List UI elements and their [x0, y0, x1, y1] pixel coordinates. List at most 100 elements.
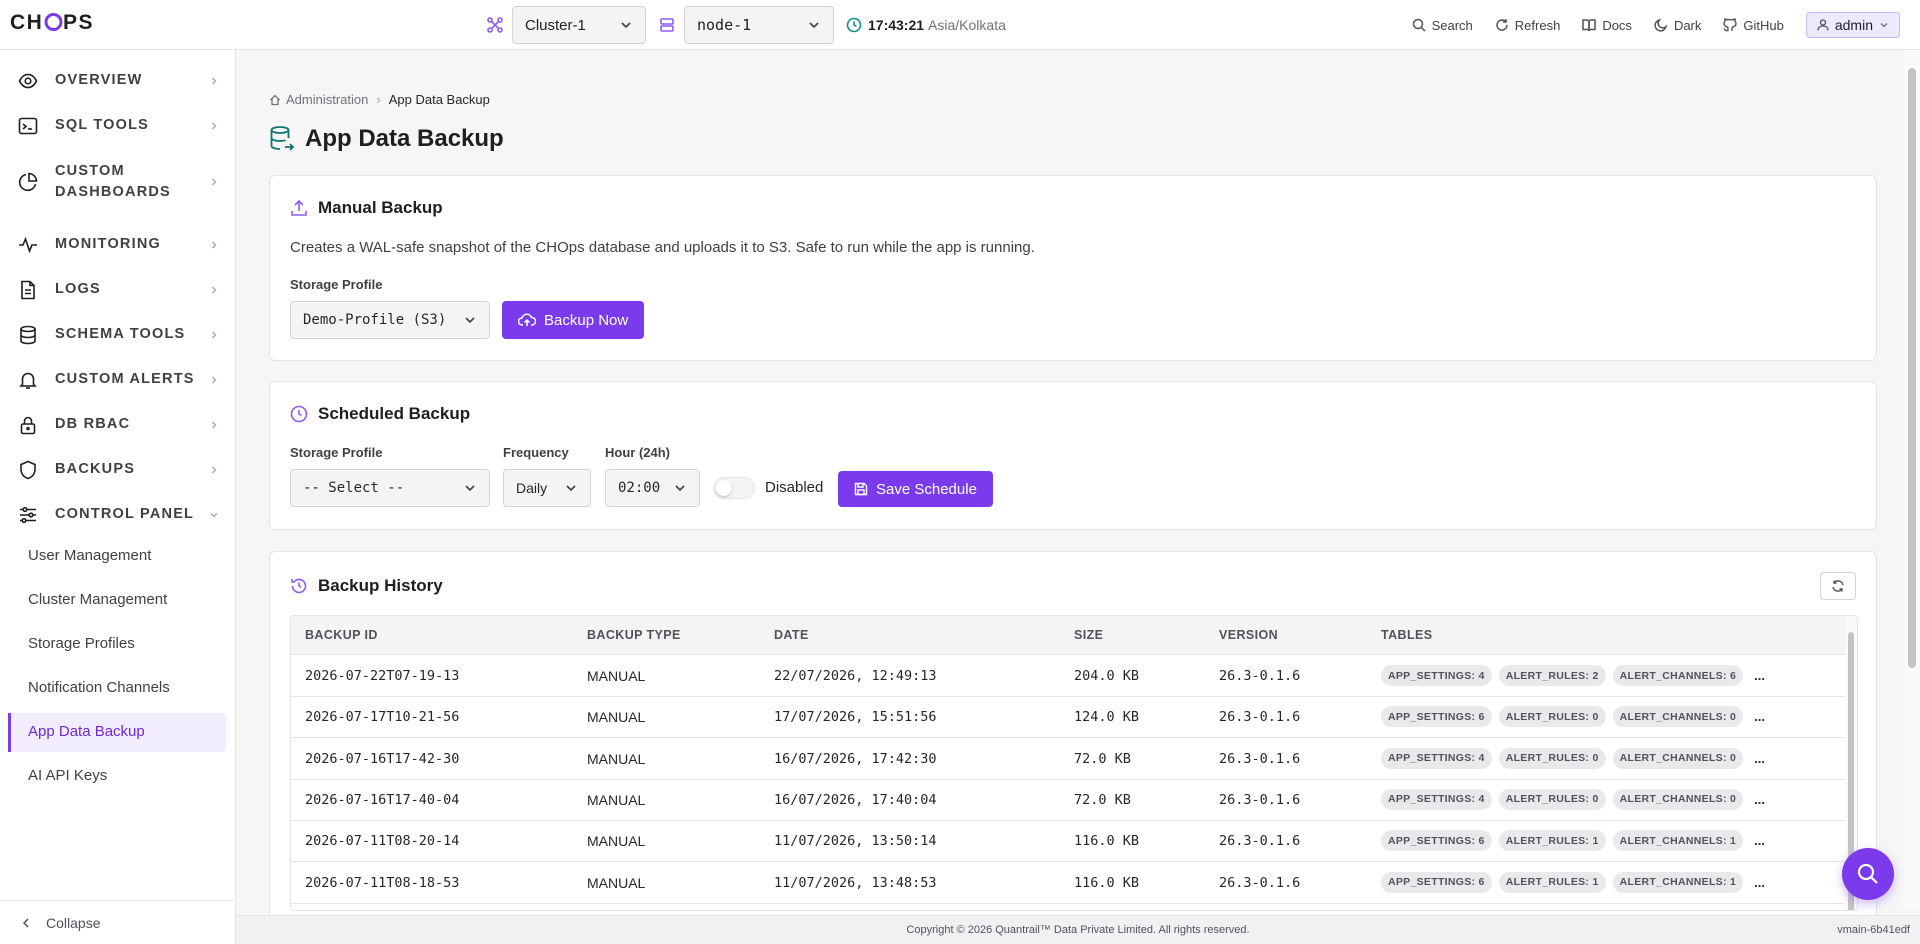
user-menu-button[interactable]: admin	[1805, 12, 1900, 38]
cell-backup-type: MANUAL	[587, 874, 646, 891]
manual-storage-select[interactable]: Demo-Profile (S3)	[290, 301, 490, 339]
sidebar-item-monitoring[interactable]: MONITORING	[0, 229, 236, 260]
database-backup-icon	[270, 126, 295, 151]
floating-search-button[interactable]	[1842, 848, 1894, 900]
hour-select[interactable]: 02:00	[605, 469, 700, 507]
toggle-state-label: Disabled	[765, 479, 824, 496]
breadcrumb-parent[interactable]: Administration	[286, 92, 368, 107]
page-scrollbar-thumb[interactable]	[1908, 68, 1916, 668]
sidebar-item-overview[interactable]: OVERVIEW	[0, 65, 236, 96]
pie-chart-icon	[16, 170, 40, 194]
svg-text:PS: PS	[63, 12, 94, 32]
cell-version: 26.3-0.1.6	[1219, 750, 1301, 767]
sub-item-cluster-management[interactable]: Cluster Management	[28, 591, 167, 608]
backup-history-table: BACKUP ID BACKUP TYPE DATE SIZE VERSION …	[290, 615, 1858, 911]
table-count-badge: APP_SETTINGS: 6	[1381, 706, 1492, 728]
sliders-icon	[16, 503, 40, 527]
sub-item-user-management[interactable]: User Management	[28, 547, 151, 564]
sidebar-item-control-panel[interactable]: CONTROL PANEL	[0, 499, 236, 530]
chevron-right-icon	[212, 376, 217, 383]
sidebar-item-db-rbac[interactable]: DB RBAC	[0, 409, 236, 440]
collapse-sidebar-button[interactable]: Collapse	[0, 900, 236, 944]
schedule-enabled-toggle[interactable]	[713, 477, 755, 499]
footer-copyright: Copyright © 2026 Quantrail™ Data Private…	[906, 924, 1250, 936]
column-date[interactable]: DATE	[774, 628, 809, 642]
github-link[interactable]: GitHub	[1723, 18, 1784, 33]
cell-backup-id: 2026-07-11T08-18-53	[305, 874, 460, 891]
frequency-select[interactable]: Daily	[503, 469, 591, 507]
hour-label: Hour (24h)	[605, 445, 670, 460]
more-tables-indicator[interactable]: ...	[1754, 751, 1765, 766]
sidebar-item-schema-tools[interactable]: SCHEMA TOOLS	[0, 319, 236, 350]
more-tables-indicator[interactable]: ...	[1754, 792, 1765, 807]
table-row[interactable]: 2026-07-22T07-19-13 MANUAL 22/07/2026, 12:…	[291, 656, 1847, 697]
theme-toggle[interactable]: Dark	[1654, 18, 1701, 33]
chops-logo[interactable]: CH PS	[10, 12, 110, 32]
table-row[interactable]: 2026-07-17T10-21-56 MANUAL 17/07/2026, 15:…	[291, 697, 1847, 739]
history-refresh-button[interactable]	[1820, 572, 1856, 600]
more-tables-indicator[interactable]: ...	[1754, 668, 1765, 683]
save-schedule-label: Save Schedule	[876, 480, 977, 498]
scheduled-storage-select[interactable]: -- Select --	[290, 469, 490, 507]
node-select[interactable]: node-1	[684, 6, 834, 44]
search-label: Search	[1431, 17, 1473, 33]
sidebar-item-logs[interactable]: LOGS	[0, 274, 236, 305]
table-row[interactable]: 2026-07-16T17-42-30 MANUAL 16/07/2026, 17:…	[291, 739, 1847, 780]
sidebar-item-label: CUSTOM ALERTS	[55, 371, 195, 387]
column-version[interactable]: VERSION	[1219, 628, 1278, 642]
breadcrumb-separator: ›	[376, 92, 381, 107]
column-size[interactable]: SIZE	[1074, 628, 1103, 642]
sidebar-item-label: LOGS	[55, 281, 101, 297]
clock-time: 17:43:21	[868, 17, 925, 33]
sidebar-item-sql-tools[interactable]: SQL TOOLS	[0, 110, 236, 141]
column-backup-id[interactable]: BACKUP ID	[305, 628, 378, 642]
table-count-badge: APP_SETTINGS: 6	[1381, 871, 1492, 893]
cell-backup-type: MANUAL	[587, 833, 646, 850]
table-row[interactable]: 2026-07-16T17-40-04 MANUAL 16/07/2026, 17:…	[291, 780, 1847, 821]
sub-item-storage-profiles[interactable]: Storage Profiles	[28, 635, 135, 652]
table-row[interactable]: 2026-07-11T08-20-14 MANUAL 11/07/2026, 13:…	[291, 821, 1847, 863]
table-row[interactable]: 2026-07-11T08-18-53 MANUAL 11/07/2026, 13:…	[291, 863, 1847, 904]
cluster-select[interactable]: Cluster-1	[512, 6, 646, 44]
chevron-right-icon	[212, 466, 217, 473]
refresh-icon	[1832, 580, 1844, 592]
sub-item-ai-api-keys[interactable]: AI API Keys	[28, 767, 107, 784]
sub-item-app-data-backup[interactable]: App Data Backup	[28, 723, 145, 740]
more-tables-indicator[interactable]: ...	[1754, 833, 1765, 848]
page-title-text: App Data Backup	[305, 125, 504, 152]
footer-version: vmain-6b41edf	[1837, 924, 1910, 936]
chevron-right-icon	[212, 77, 217, 84]
server-clock: 17:43:21 Asia/Kolkata	[846, 17, 1006, 33]
more-tables-indicator[interactable]: ...	[1754, 875, 1765, 890]
lock-icon	[16, 413, 40, 437]
backup-history-card: Backup History BACKUP ID BACKUP TYPE DAT…	[269, 551, 1877, 931]
frequency-value: Daily	[516, 480, 548, 496]
more-tables-indicator[interactable]: ...	[1754, 709, 1765, 724]
column-tables[interactable]: TABLES	[1381, 628, 1432, 642]
chevron-down-icon	[809, 22, 819, 29]
page-scrollbar[interactable]	[1904, 50, 1920, 910]
terminal-icon	[16, 114, 40, 138]
github-icon	[1723, 18, 1738, 32]
cell-date: 11/07/2026, 13:48:53	[774, 874, 937, 891]
breadcrumb: Administration › App Data Backup	[269, 92, 490, 107]
column-backup-type[interactable]: BACKUP TYPE	[587, 628, 681, 642]
sidebar: OVERVIEW SQL TOOLS CUSTOM DASHBOARDS MON…	[0, 50, 236, 944]
backup-now-button[interactable]: Backup Now	[502, 301, 645, 339]
docs-link[interactable]: Docs	[1582, 18, 1632, 33]
scheduled-backup-title: Scheduled Backup	[290, 404, 470, 424]
sidebar-item-backups[interactable]: BACKUPS	[0, 454, 236, 485]
table-count-badge: ALERT_CHANNELS: 1	[1612, 830, 1744, 852]
scheduled-storage-value: -- Select --	[303, 480, 405, 496]
search-link[interactable]: Search	[1412, 18, 1473, 33]
chevron-down-icon	[675, 485, 685, 492]
cell-version: 26.3-0.1.6	[1219, 709, 1301, 726]
sidebar-item-custom-dashboards[interactable]: CUSTOM DASHBOARDS	[0, 163, 236, 200]
clock-timezone: Asia/Kolkata	[928, 17, 1006, 33]
save-schedule-button[interactable]: Save Schedule	[838, 471, 993, 507]
refresh-link[interactable]: Refresh	[1495, 18, 1560, 33]
sub-item-notification-channels[interactable]: Notification Channels	[28, 679, 170, 696]
table-count-badge: ALERT_RULES: 0	[1498, 788, 1606, 810]
sidebar-item-custom-alerts[interactable]: CUSTOM ALERTS	[0, 364, 236, 395]
cell-backup-id: 2026-07-16T17-40-04	[305, 791, 460, 808]
